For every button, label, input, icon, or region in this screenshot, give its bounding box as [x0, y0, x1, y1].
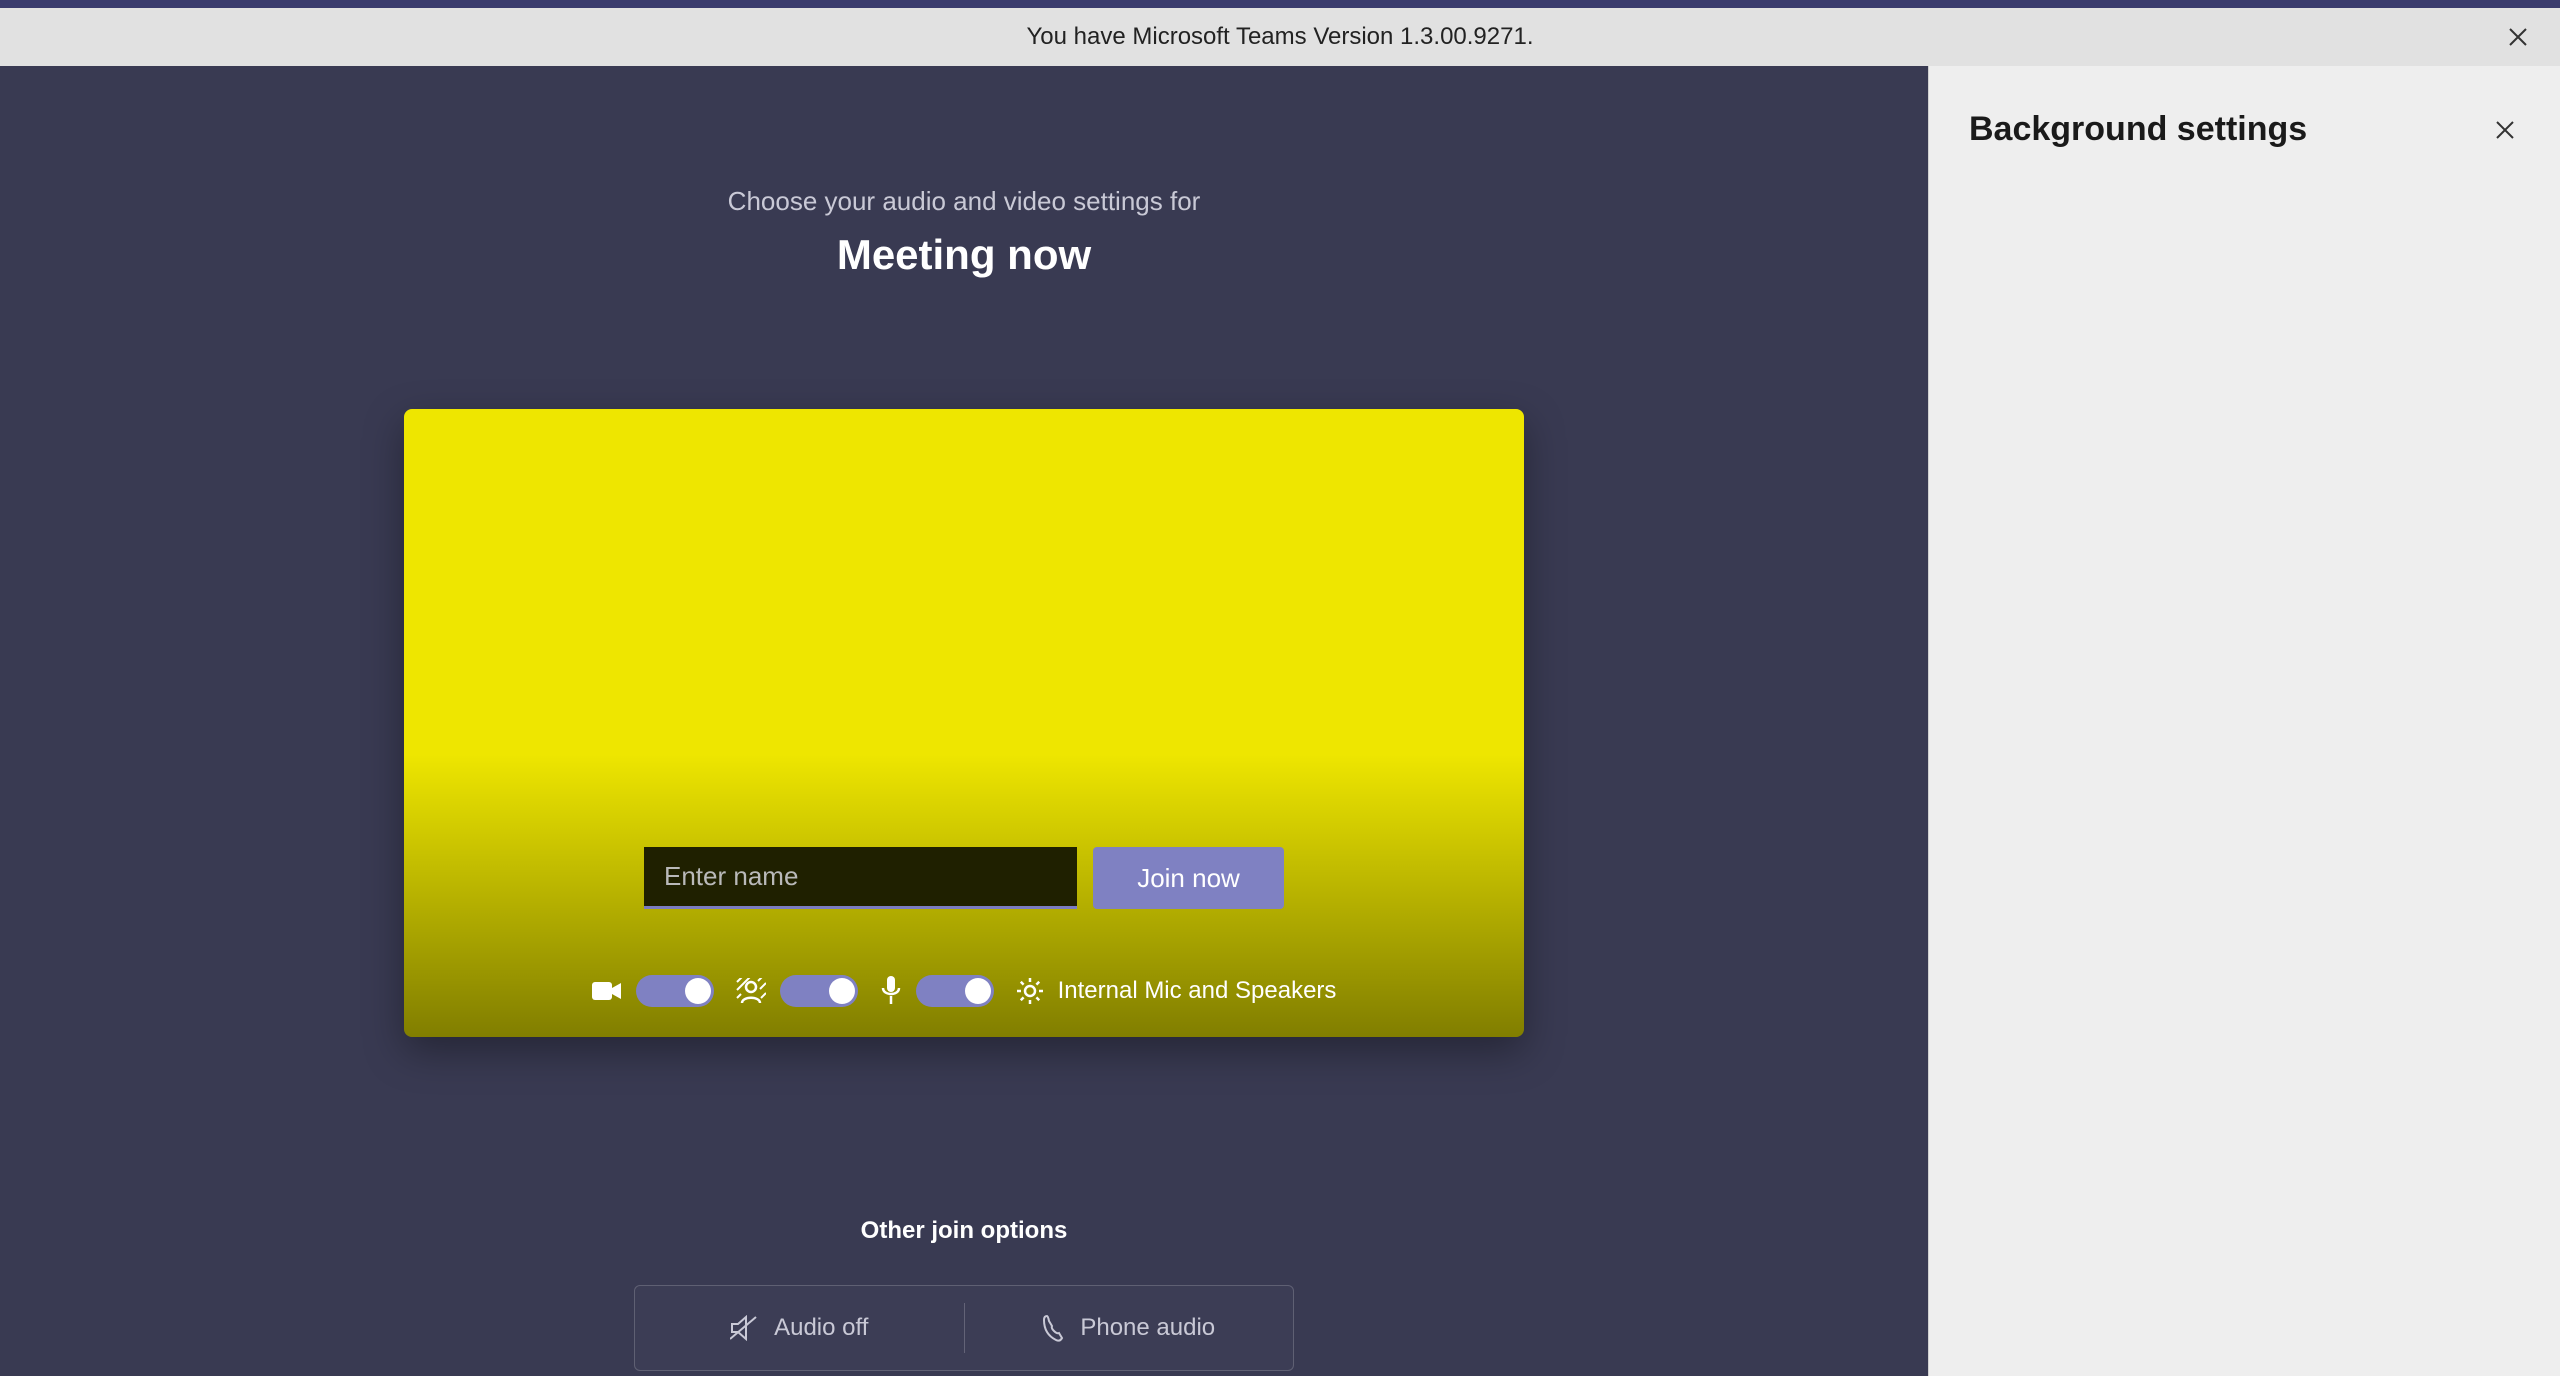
workspace: Choose your audio and video settings for… [0, 66, 2560, 1376]
version-banner: You have Microsoft Teams Version 1.3.00.… [0, 8, 2560, 66]
other-join-options-box: Audio off Phone audio [634, 1285, 1294, 1371]
camera-toggle[interactable] [636, 975, 714, 1007]
gear-icon [1016, 977, 1044, 1005]
device-settings-button[interactable]: Internal Mic and Speakers [1016, 977, 1337, 1005]
name-input[interactable] [644, 847, 1077, 909]
av-controls-row: Internal Mic and Speakers [404, 975, 1524, 1007]
camera-control [592, 975, 714, 1007]
background-settings-header: Background settings [1929, 66, 2560, 149]
join-now-button[interactable]: Join now [1093, 847, 1284, 909]
background-effects-icon [736, 978, 766, 1004]
title-bar-strip [0, 0, 2560, 8]
background-settings-close-button[interactable] [2490, 115, 2520, 145]
name-join-row: Join now [404, 847, 1524, 909]
background-effects-toggle[interactable] [780, 975, 858, 1007]
phone-audio-label: Phone audio [1080, 1314, 1215, 1342]
microphone-control [880, 975, 994, 1007]
close-icon [2495, 120, 2515, 140]
background-settings-panel: Background settings [1928, 66, 2560, 1376]
device-settings-label: Internal Mic and Speakers [1058, 977, 1337, 1005]
camera-icon [592, 980, 622, 1002]
close-icon [2508, 27, 2528, 47]
video-preview-card: Join now [404, 409, 1524, 1037]
phone-icon [1042, 1314, 1066, 1342]
prejoin-area: Choose your audio and video settings for… [0, 66, 1928, 1376]
background-settings-title: Background settings [1969, 110, 2307, 149]
prejoin-lead-text: Choose your audio and video settings for [728, 186, 1201, 217]
background-effects-control [736, 975, 858, 1007]
microphone-toggle[interactable] [916, 975, 994, 1007]
audio-off-option[interactable]: Audio off [635, 1314, 964, 1342]
audio-off-label: Audio off [774, 1314, 868, 1342]
microphone-icon [880, 976, 902, 1006]
phone-audio-option[interactable]: Phone audio [965, 1314, 1294, 1342]
banner-close-button[interactable] [2504, 23, 2532, 51]
version-banner-text: You have Microsoft Teams Version 1.3.00.… [1027, 23, 1534, 51]
other-join-options-heading: Other join options [861, 1217, 1068, 1245]
meeting-title: Meeting now [837, 231, 1091, 279]
speaker-off-icon [730, 1315, 760, 1341]
